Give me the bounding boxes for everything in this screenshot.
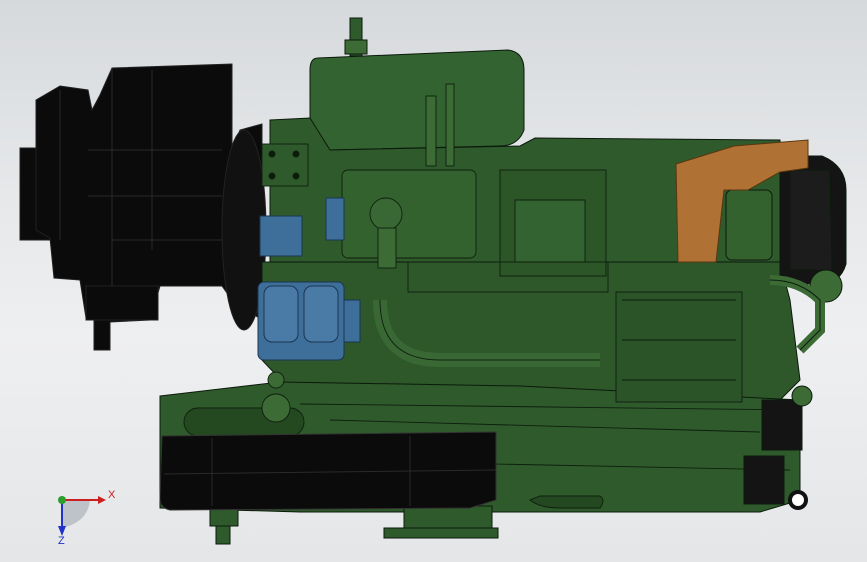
black-intake-assembly: [19, 63, 267, 351]
engine-model[interactable]: [0, 0, 867, 562]
z-axis-label: Z: [58, 535, 65, 547]
triad-origin-dot: [58, 496, 66, 504]
x-axis-arrow: [98, 496, 106, 504]
x-axis-label: X: [108, 489, 116, 501]
oil-sump: [159, 431, 497, 511]
cad-viewport[interactable]: X Z: [0, 0, 867, 562]
triad-plane: [62, 500, 90, 528]
axis-triad: X Z: [58, 489, 116, 547]
